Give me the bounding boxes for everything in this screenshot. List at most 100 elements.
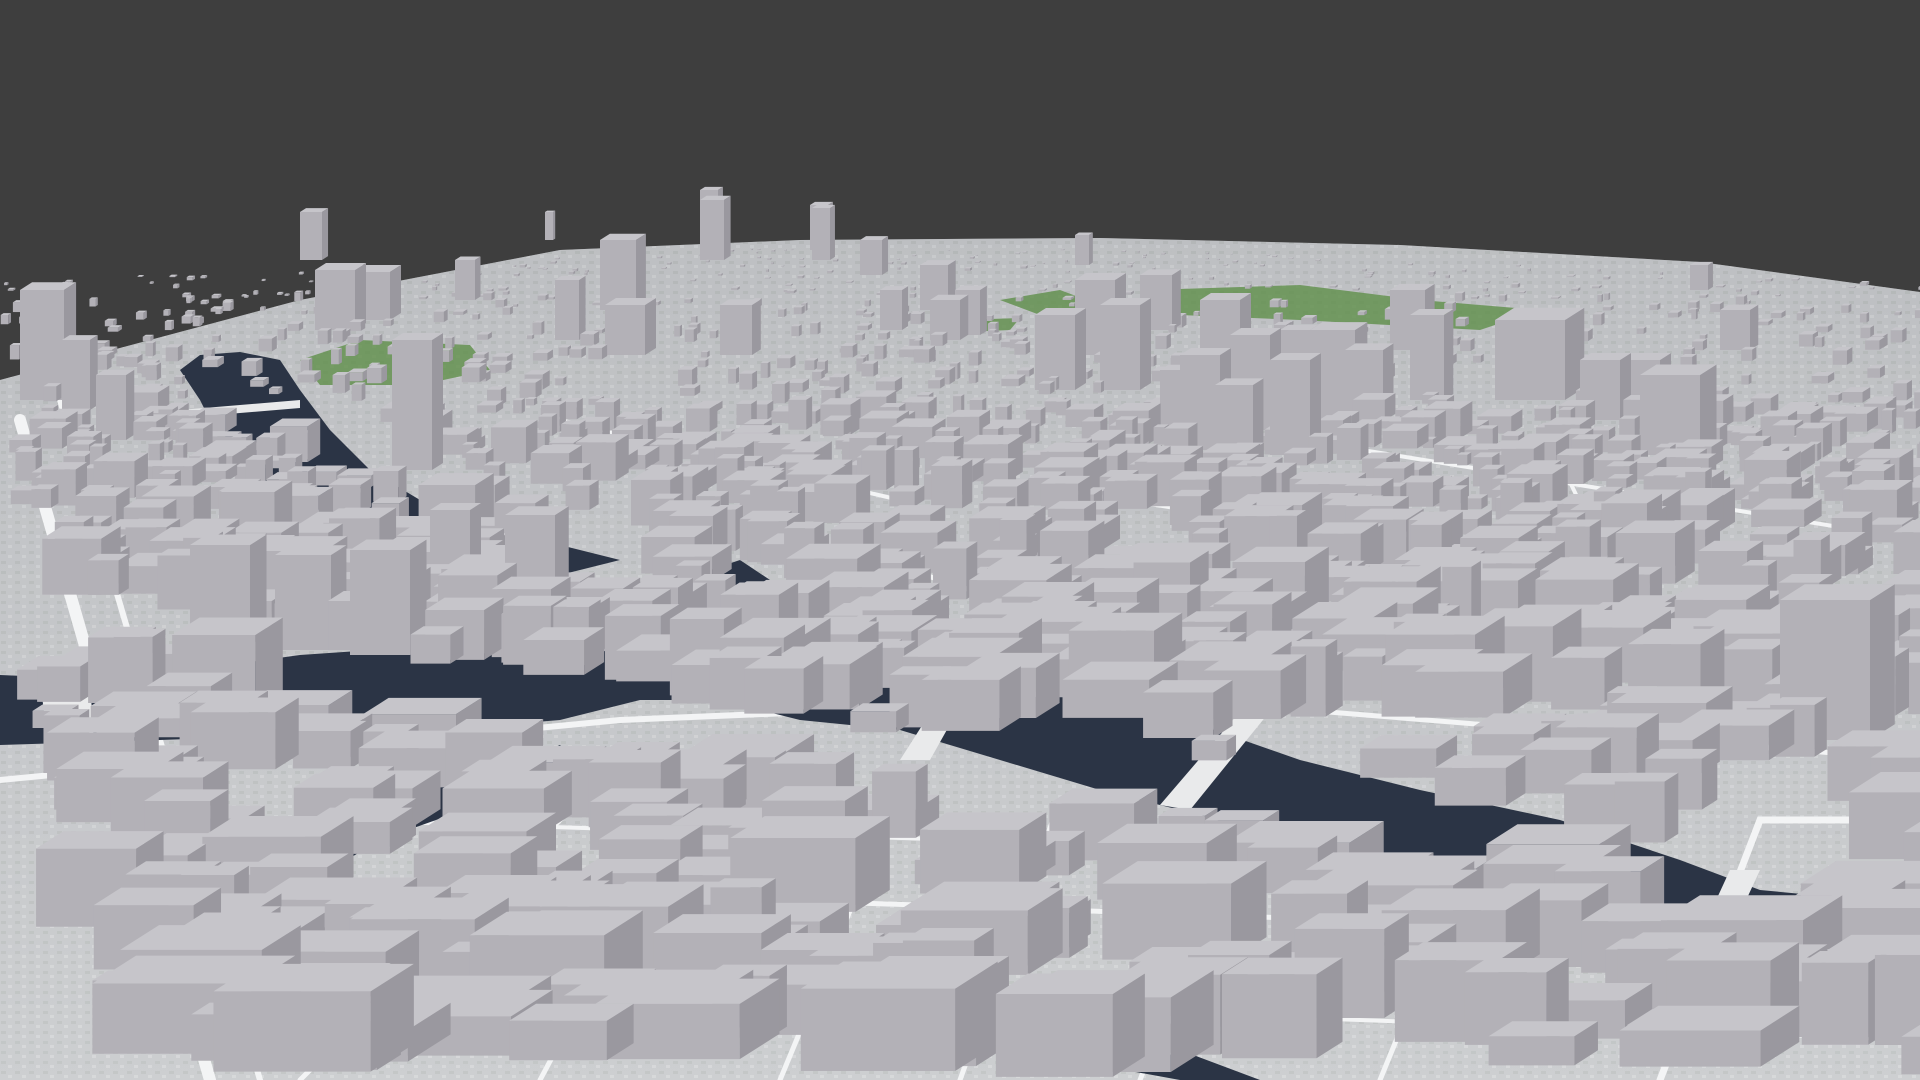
- tower-building: [860, 236, 889, 275]
- building: [1527, 268, 1531, 272]
- building: [840, 342, 858, 358]
- building: [864, 299, 871, 307]
- building: [1454, 291, 1466, 302]
- building: [523, 627, 605, 675]
- building: [1014, 341, 1031, 355]
- building: [253, 290, 259, 295]
- tower-building: [300, 208, 329, 260]
- building: [1741, 346, 1757, 361]
- building: [472, 312, 481, 320]
- tower-building: [880, 286, 909, 330]
- building: [744, 656, 824, 714]
- building: [700, 350, 710, 358]
- building: [1193, 310, 1201, 316]
- building: [163, 309, 171, 316]
- building: [1894, 311, 1902, 316]
- map-viewport[interactable]: [0, 0, 1920, 1080]
- building: [145, 341, 156, 357]
- building: [788, 396, 813, 430]
- building: [969, 255, 975, 259]
- building: [1735, 288, 1742, 292]
- building: [750, 248, 754, 251]
- building: [690, 315, 698, 324]
- building: [889, 485, 925, 507]
- building: [584, 271, 588, 276]
- building: [910, 311, 925, 324]
- building: [678, 366, 698, 386]
- building: [1460, 337, 1475, 352]
- building: [1869, 286, 1875, 290]
- building: [89, 297, 98, 307]
- building: [192, 315, 203, 327]
- building: [1750, 290, 1760, 296]
- building: [1741, 373, 1752, 385]
- building: [43, 383, 62, 402]
- building: [1112, 262, 1120, 266]
- building: [1143, 254, 1147, 257]
- building: [728, 366, 740, 384]
- building: [1699, 333, 1708, 340]
- building: [913, 345, 936, 363]
- building: [1011, 313, 1023, 323]
- building: [1415, 653, 1533, 718]
- building: [793, 305, 805, 315]
- building: [1801, 950, 1887, 1045]
- building: [383, 318, 394, 327]
- building: [1914, 308, 1920, 319]
- building: [142, 334, 154, 342]
- building: [186, 275, 196, 281]
- building: [1865, 336, 1885, 350]
- building: [332, 371, 350, 393]
- building: [717, 272, 723, 276]
- building: [1604, 292, 1611, 301]
- building: [1336, 423, 1369, 461]
- building: [190, 697, 299, 770]
- building: [537, 293, 549, 301]
- building: [1442, 284, 1451, 290]
- tower-building: [605, 298, 656, 355]
- building: [685, 403, 718, 432]
- building: [347, 334, 364, 344]
- building: [897, 266, 901, 270]
- building: [186, 297, 192, 304]
- building: [1842, 387, 1871, 403]
- tower-building: [96, 369, 135, 440]
- building: [771, 261, 774, 265]
- tower-building: [62, 335, 98, 410]
- building: [1168, 323, 1177, 333]
- building: [1636, 326, 1647, 334]
- building: [1903, 408, 1920, 429]
- tower-building: [720, 299, 761, 355]
- building: [260, 306, 266, 311]
- tower-building: [392, 333, 443, 470]
- building: [527, 266, 531, 269]
- city-3d-scene[interactable]: [0, 0, 1920, 1080]
- building: [1361, 268, 1367, 272]
- building: [555, 376, 567, 386]
- building: [992, 332, 1002, 342]
- building: [4, 282, 9, 286]
- building: [525, 396, 538, 406]
- building: [679, 384, 701, 396]
- tower-building: [1495, 307, 1585, 400]
- building: [277, 327, 287, 341]
- building: [519, 378, 542, 398]
- building: [215, 307, 223, 315]
- building: [526, 334, 535, 340]
- building: [31, 484, 59, 508]
- building: [1691, 308, 1698, 320]
- building: [1488, 1021, 1598, 1066]
- building: [145, 427, 171, 441]
- building: [995, 403, 1012, 423]
- building: [1143, 680, 1233, 739]
- building: [568, 270, 576, 275]
- building: [931, 459, 973, 509]
- building: [177, 389, 188, 399]
- building: [777, 354, 796, 369]
- building: [894, 446, 920, 489]
- tower-building: [700, 195, 731, 260]
- building: [986, 314, 994, 321]
- building: [1142, 256, 1146, 259]
- building: [968, 350, 982, 366]
- building: [1908, 655, 1920, 715]
